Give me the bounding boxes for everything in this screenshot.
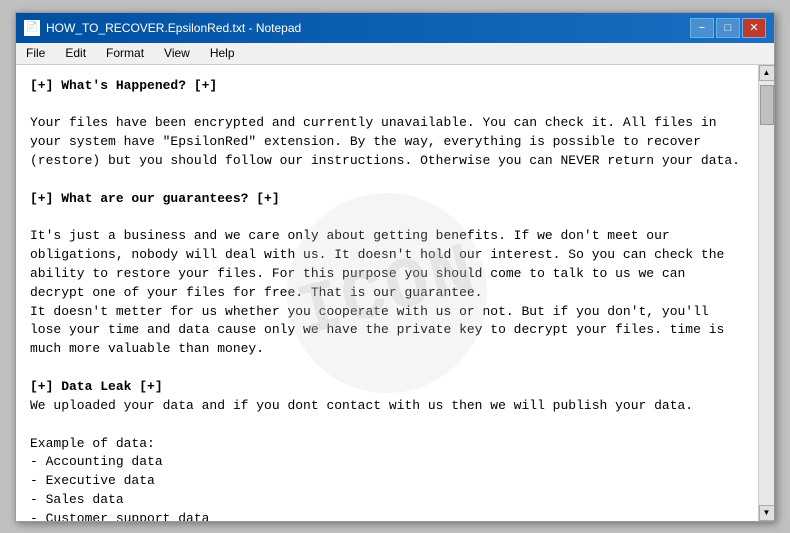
menu-view[interactable]: View [160, 45, 194, 61]
section1-header: [+] What's Happened? [+] [30, 77, 744, 96]
scroll-track[interactable] [759, 81, 774, 505]
window-controls: − □ ✕ [690, 18, 766, 38]
section3-intro: We uploaded your data and if you dont co… [30, 397, 744, 416]
section2-body: It's just a business and we care only ab… [30, 227, 744, 359]
scroll-down-arrow[interactable]: ▼ [759, 505, 775, 521]
notepad-window: 📄 HOW_TO_RECOVER.EpsilonRed.txt - Notepa… [15, 12, 775, 522]
close-button[interactable]: ✕ [742, 18, 766, 38]
menu-edit[interactable]: Edit [61, 45, 90, 61]
scroll-thumb[interactable] [760, 85, 774, 125]
menu-file[interactable]: File [22, 45, 49, 61]
menu-format[interactable]: Format [102, 45, 148, 61]
content-area: ICON [+] What's Happened? [+] Your files… [16, 65, 774, 521]
text-editor[interactable]: ICON [+] What's Happened? [+] Your files… [16, 65, 758, 521]
minimize-button[interactable]: − [690, 18, 714, 38]
section3-item-2: - Sales data [30, 491, 744, 510]
menu-bar: File Edit Format View Help [16, 43, 774, 65]
menu-help[interactable]: Help [206, 45, 239, 61]
section3-header: [+] Data Leak [+] [30, 378, 744, 397]
title-bar-left: 📄 HOW_TO_RECOVER.EpsilonRed.txt - Notepa… [24, 20, 301, 36]
maximize-button[interactable]: □ [716, 18, 740, 38]
window-title: HOW_TO_RECOVER.EpsilonRed.txt - Notepad [46, 21, 301, 35]
section1-body: Your files have been encrypted and curre… [30, 114, 744, 171]
section3-item-1: - Executive data [30, 472, 744, 491]
section2-header: [+] What are our guarantees? [+] [30, 190, 744, 209]
title-bar: 📄 HOW_TO_RECOVER.EpsilonRed.txt - Notepa… [16, 13, 774, 43]
section3-example-header: Example of data: [30, 435, 744, 454]
app-icon: 📄 [24, 20, 40, 36]
section3-item-0: - Accounting data [30, 453, 744, 472]
scrollbar[interactable]: ▲ ▼ [758, 65, 774, 521]
section3-item-3: - Customer support data [30, 510, 744, 521]
scroll-up-arrow[interactable]: ▲ [759, 65, 775, 81]
